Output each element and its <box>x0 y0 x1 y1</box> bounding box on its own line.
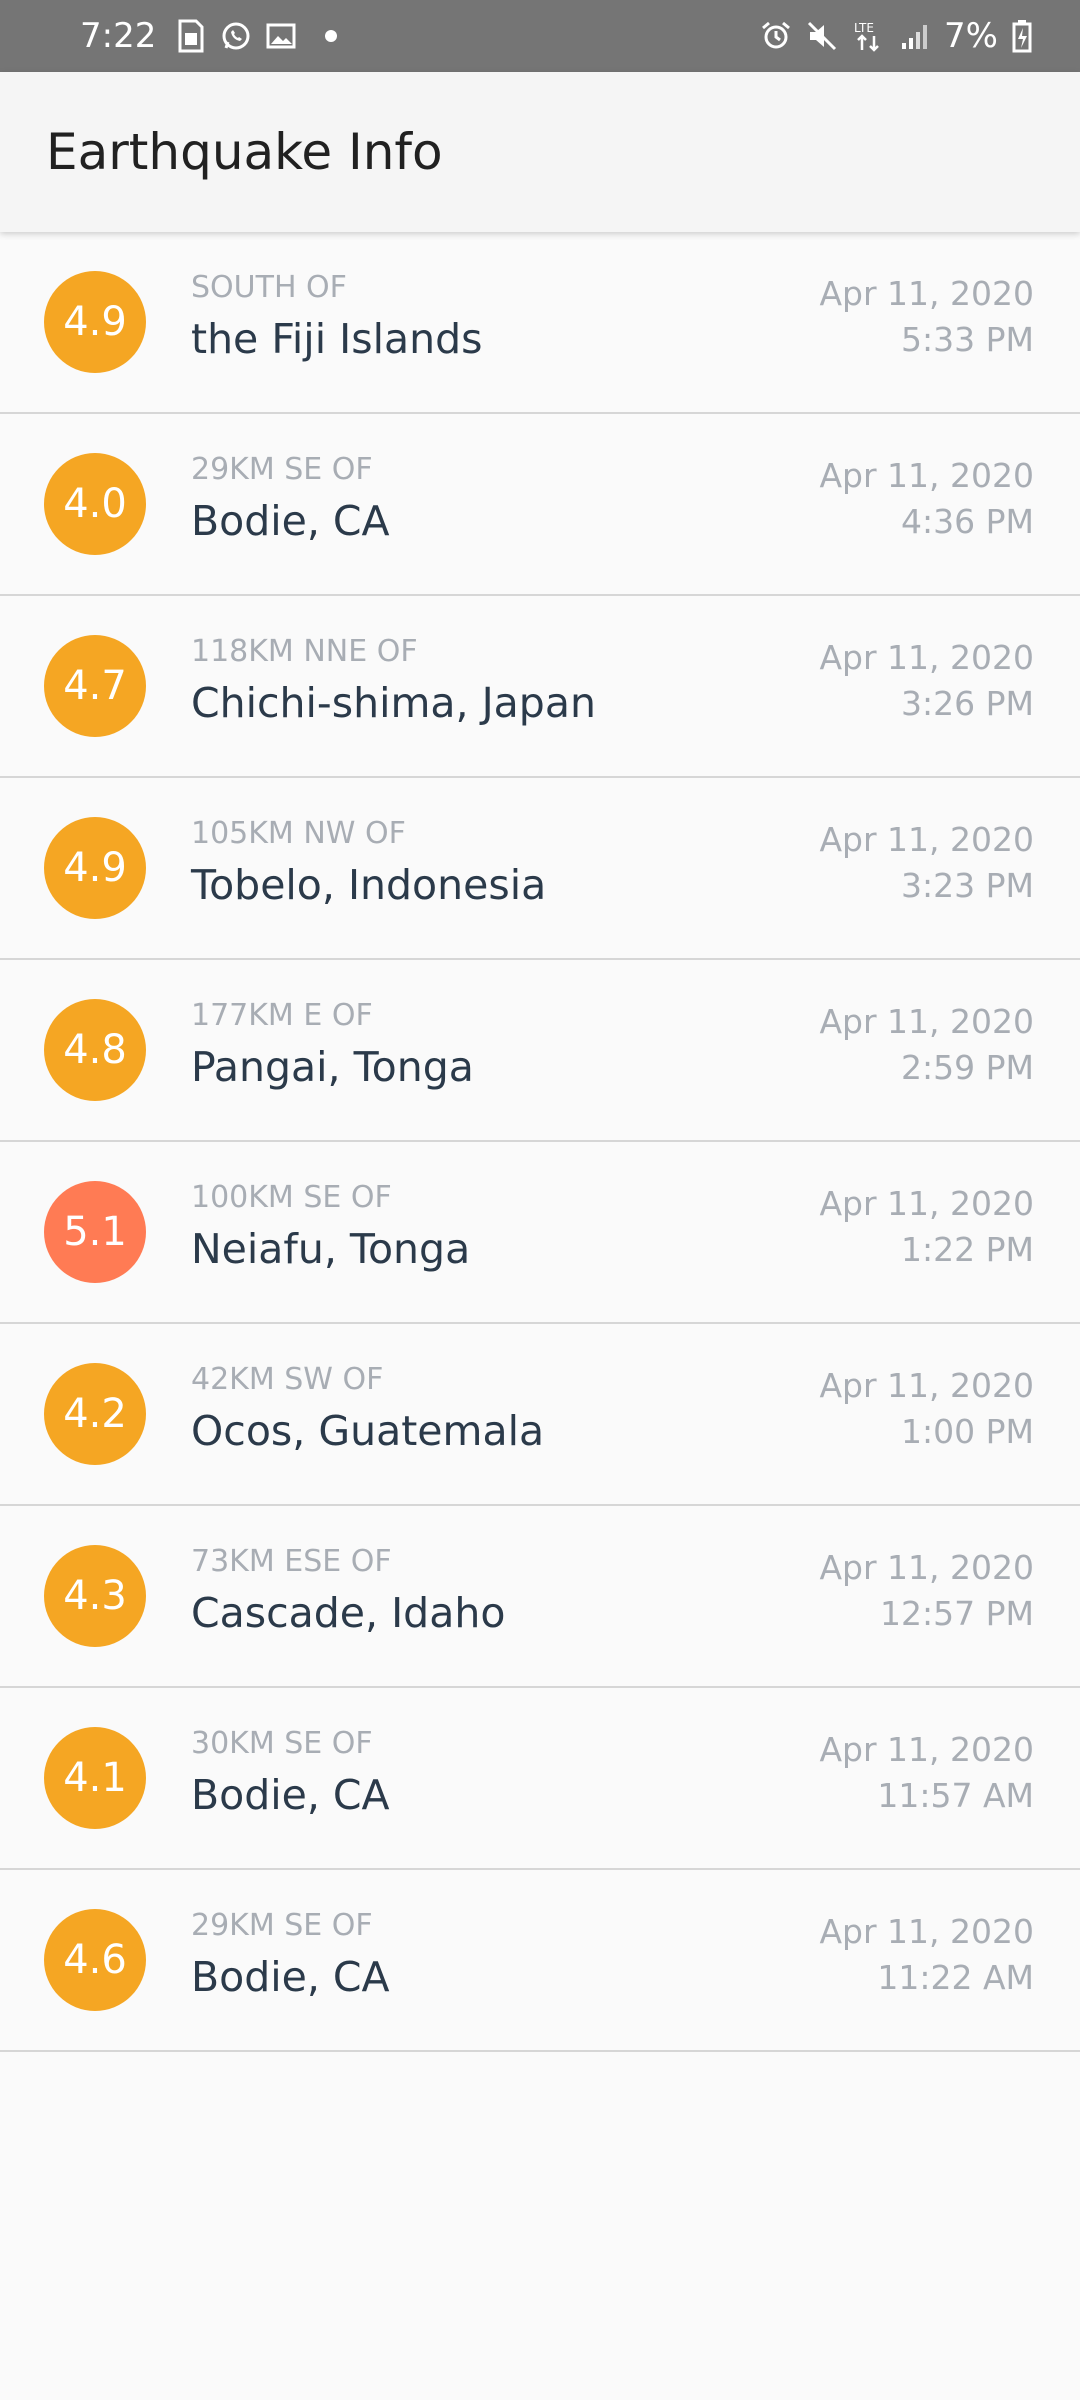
mute-icon <box>806 20 838 52</box>
location-offset: 29KM SE OF <box>191 1908 373 1943</box>
status-bar-left: 7:22 <box>80 0 338 72</box>
location-name: Bodie, CA <box>191 1953 390 2001</box>
sim-card-icon <box>176 19 206 53</box>
earthquake-time: 2:59 PM <box>901 1048 1034 1087</box>
earthquake-date: Apr 11, 2020 <box>819 1002 1034 1041</box>
magnitude-badge: 4.6 <box>44 1909 146 2011</box>
battery-percent: 7% <box>944 16 998 56</box>
battery-icon <box>1012 19 1032 53</box>
magnitude-badge: 4.3 <box>44 1545 146 1647</box>
status-bar-right: LTE 7% <box>760 0 1032 72</box>
signal-icon <box>900 21 930 51</box>
location-name: the Fiji Islands <box>191 315 483 363</box>
magnitude-badge: 4.1 <box>44 1727 146 1829</box>
earthquake-list-item[interactable]: 4.3 73KM ESE OF Cascade, Idaho Apr 11, 2… <box>0 1506 1080 1688</box>
earthquake-date: Apr 11, 2020 <box>819 456 1034 495</box>
magnitude-badge: 5.1 <box>44 1181 146 1283</box>
location-offset: 29KM SE OF <box>191 452 373 487</box>
magnitude-badge: 4.0 <box>44 453 146 555</box>
location-offset: 30KM SE OF <box>191 1726 373 1761</box>
earthquake-time: 4:36 PM <box>901 502 1034 541</box>
location-offset: 100KM SE OF <box>191 1180 392 1215</box>
earthquake-list[interactable]: 4.9 SOUTH OF the Fiji Islands Apr 11, 20… <box>0 232 1080 2052</box>
earthquake-time: 11:57 AM <box>877 1776 1034 1815</box>
earthquake-date: Apr 11, 2020 <box>819 1548 1034 1587</box>
earthquake-time: 3:23 PM <box>901 866 1034 905</box>
location-offset: 42KM SW OF <box>191 1362 384 1397</box>
earthquake-date: Apr 11, 2020 <box>819 820 1034 859</box>
app-bar: Earthquake Info <box>0 72 1080 232</box>
earthquake-date: Apr 11, 2020 <box>819 1730 1034 1769</box>
location-name: Chichi-shima, Japan <box>191 679 596 727</box>
magnitude-badge: 4.2 <box>44 1363 146 1465</box>
location-name: Neiafu, Tonga <box>191 1225 471 1273</box>
location-name: Pangai, Tonga <box>191 1043 474 1091</box>
earthquake-time: 11:22 AM <box>877 1958 1034 1997</box>
earthquake-time: 1:22 PM <box>901 1230 1034 1269</box>
dot-icon <box>324 29 338 43</box>
location-offset: 118KM NNE OF <box>191 634 418 669</box>
location-offset: 73KM ESE OF <box>191 1544 392 1579</box>
earthquake-list-item[interactable]: 4.2 42KM SW OF Ocos, Guatemala Apr 11, 2… <box>0 1324 1080 1506</box>
earthquake-list-item[interactable]: 4.1 30KM SE OF Bodie, CA Apr 11, 2020 11… <box>0 1688 1080 1870</box>
status-time: 7:22 <box>80 16 157 56</box>
magnitude-badge: 4.9 <box>44 271 146 373</box>
lte-icon: LTE <box>852 19 886 53</box>
earthquake-list-item[interactable]: 4.9 SOUTH OF the Fiji Islands Apr 11, 20… <box>0 232 1080 414</box>
earthquake-time: 1:00 PM <box>901 1412 1034 1451</box>
magnitude-badge: 4.9 <box>44 817 146 919</box>
earthquake-time: 3:26 PM <box>901 684 1034 723</box>
magnitude-badge: 4.8 <box>44 999 146 1101</box>
svg-text:LTE: LTE <box>854 21 874 35</box>
location-name: Cascade, Idaho <box>191 1589 506 1637</box>
earthquake-date: Apr 11, 2020 <box>819 638 1034 677</box>
location-offset: 177KM E OF <box>191 998 373 1033</box>
earthquake-date: Apr 11, 2020 <box>819 1366 1034 1405</box>
page-title: Earthquake Info <box>46 123 443 181</box>
alarm-icon <box>760 20 792 52</box>
earthquake-time: 5:33 PM <box>901 320 1034 359</box>
location-offset: 105KM NW OF <box>191 816 406 851</box>
location-name: Ocos, Guatemala <box>191 1407 545 1455</box>
location-name: Bodie, CA <box>191 1771 390 1819</box>
earthquake-list-item[interactable]: 4.6 29KM SE OF Bodie, CA Apr 11, 2020 11… <box>0 1870 1080 2052</box>
earthquake-time: 12:57 PM <box>880 1594 1034 1633</box>
earthquake-list-item[interactable]: 5.1 100KM SE OF Neiafu, Tonga Apr 11, 20… <box>0 1142 1080 1324</box>
earthquake-date: Apr 11, 2020 <box>819 1912 1034 1951</box>
location-name: Bodie, CA <box>191 497 390 545</box>
status-bar: 7:22 LTE 7% <box>0 0 1080 72</box>
earthquake-date: Apr 11, 2020 <box>819 274 1034 313</box>
location-offset: SOUTH OF <box>191 270 347 305</box>
whatsapp-icon <box>220 20 252 52</box>
image-icon <box>266 21 296 51</box>
earthquake-list-item[interactable]: 4.9 105KM NW OF Tobelo, Indonesia Apr 11… <box>0 778 1080 960</box>
earthquake-list-item[interactable]: 4.7 118KM NNE OF Chichi-shima, Japan Apr… <box>0 596 1080 778</box>
earthquake-list-item[interactable]: 4.8 177KM E OF Pangai, Tonga Apr 11, 202… <box>0 960 1080 1142</box>
earthquake-date: Apr 11, 2020 <box>819 1184 1034 1223</box>
location-name: Tobelo, Indonesia <box>191 861 547 909</box>
magnitude-badge: 4.7 <box>44 635 146 737</box>
earthquake-list-item[interactable]: 4.0 29KM SE OF Bodie, CA Apr 11, 2020 4:… <box>0 414 1080 596</box>
